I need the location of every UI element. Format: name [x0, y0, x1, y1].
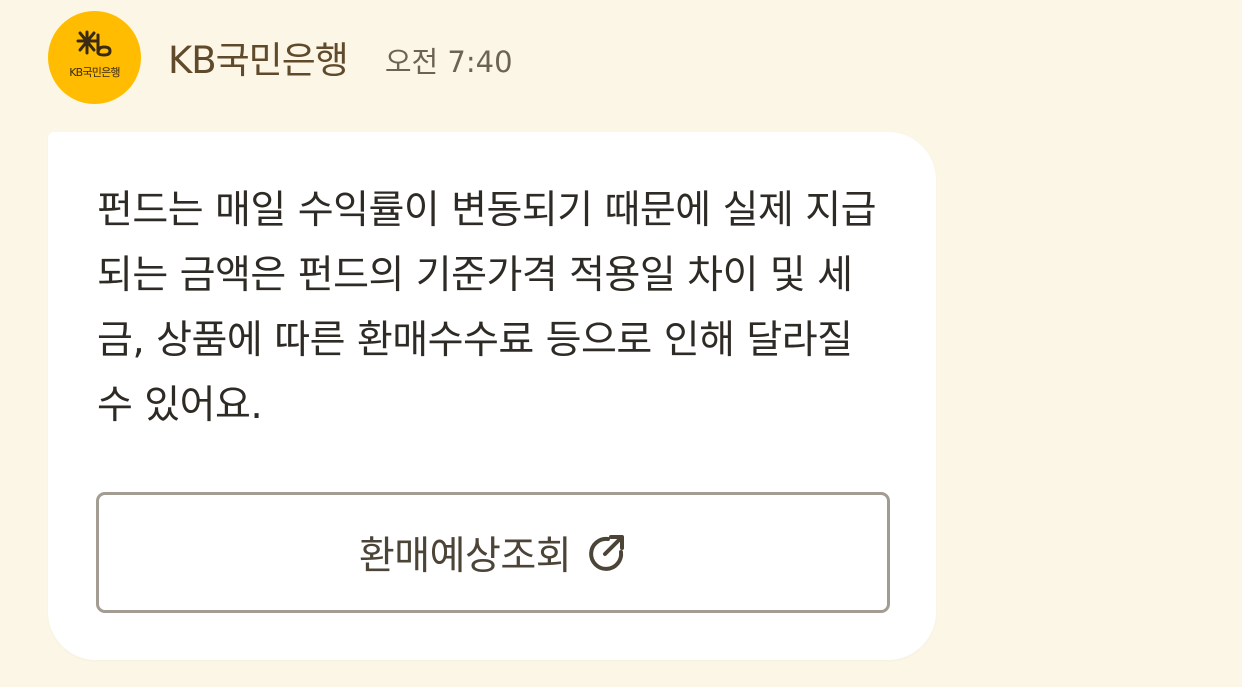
- redemption-estimate-button[interactable]: 환매예상조회: [96, 492, 890, 613]
- message-time: 오전 7:40: [384, 45, 513, 79]
- message-header: KB국민은행 KB국민은행 오전 7:40: [48, 10, 513, 104]
- external-link-icon: [585, 532, 627, 574]
- sender-name: KB국민은행: [168, 39, 349, 82]
- avatar[interactable]: KB국민은행: [48, 10, 141, 104]
- kb-logo-icon: [76, 30, 112, 57]
- avatar-label: KB국민은행: [69, 65, 120, 79]
- message-bubble: 펀드는 매일 수익률이 변동되기 때문에 실제 지급되는 금액은 펀드의 기준가…: [48, 132, 936, 660]
- redemption-estimate-label: 환매예상조회: [358, 533, 572, 579]
- message-text: 펀드는 매일 수익률이 변동되기 때문에 실제 지급되는 금액은 펀드의 기준가…: [97, 188, 876, 428]
